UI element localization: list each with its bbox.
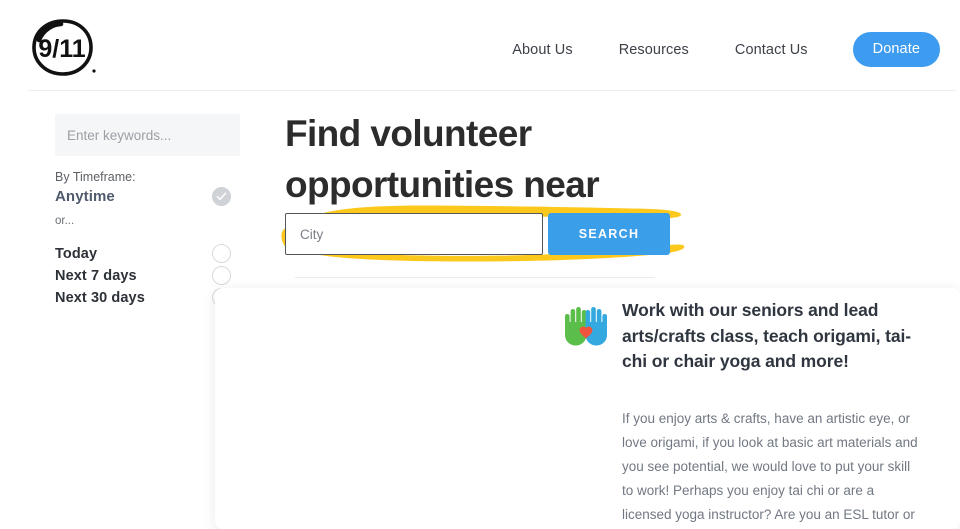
opportunity-title: Work with our seniors and lead arts/craf… xyxy=(622,300,911,371)
search-button[interactable]: SEARCH xyxy=(548,213,670,255)
timeframe-option-today[interactable]: Today xyxy=(55,244,232,270)
timeframe-label: By Timeframe: xyxy=(55,170,136,184)
timeframe-option-next-7-days-label: Next 7 days xyxy=(55,268,137,284)
search-section-divider xyxy=(295,277,655,278)
check-icon xyxy=(216,192,227,201)
keywords-search-input[interactable] xyxy=(55,114,240,156)
logo-911day[interactable]: 9/11 xyxy=(28,17,98,79)
opportunity-description: If you enjoy arts & crafts, have an arti… xyxy=(622,411,918,522)
or-label: or... xyxy=(55,215,75,227)
city-search-input[interactable] xyxy=(285,213,543,255)
timeframe-option-anytime-label: Anytime xyxy=(55,188,115,205)
main-navigation: About Us Resources Contact Us Donate xyxy=(489,32,950,67)
main-content: Find volunteer opportunities near SEARCH xyxy=(215,96,960,529)
location-search-row: SEARCH xyxy=(260,198,700,274)
page-root: 9/11 About Us Resources Contact Us Donat… xyxy=(0,0,960,529)
page-title: Find volunteer opportunities near xyxy=(285,113,600,205)
nav-link-about-us[interactable]: About Us xyxy=(489,35,595,65)
timeframe-option-next-7-days[interactable]: Next 7 days xyxy=(55,266,232,292)
svg-text:9/11: 9/11 xyxy=(38,35,85,63)
radio-next-7-days[interactable] xyxy=(212,266,231,285)
nav-link-contact-us[interactable]: Contact Us xyxy=(712,35,831,65)
helping-hands-heart-icon xyxy=(565,307,607,346)
donate-button[interactable]: Donate xyxy=(852,32,940,67)
site-header: 9/11 About Us Resources Contact Us Donat… xyxy=(0,0,960,96)
timeframe-option-anytime[interactable]: Anytime xyxy=(55,187,232,213)
radio-anytime-checked[interactable] xyxy=(212,187,231,206)
timeframe-option-next-30-days[interactable]: Next 30 days xyxy=(55,288,232,314)
timeframe-option-next-30-days-label: Next 30 days xyxy=(55,290,145,306)
opportunity-card[interactable]: Work with our seniors and lead arts/craf… xyxy=(215,288,960,529)
timeframe-option-today-label: Today xyxy=(55,246,98,262)
nav-link-resources[interactable]: Resources xyxy=(596,35,712,65)
radio-today[interactable] xyxy=(212,244,231,263)
header-divider xyxy=(28,90,956,91)
